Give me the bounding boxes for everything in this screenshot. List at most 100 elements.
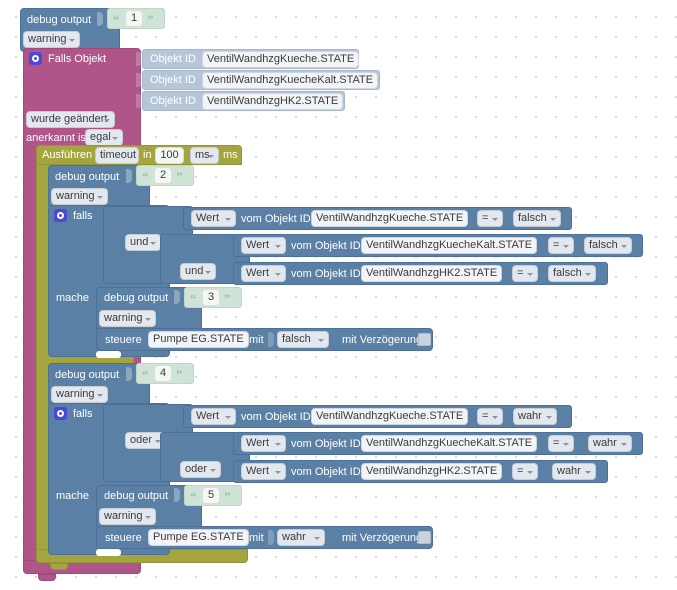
compare-object-3[interactable]: VentilWandhzgHK2.STATE bbox=[361, 265, 503, 282]
compare-object-6[interactable]: VentilWandhzgHK2.STATE bbox=[361, 463, 503, 480]
gear-icon-falls-1[interactable] bbox=[54, 209, 67, 222]
mit-label-2: mit bbox=[249, 532, 264, 544]
object-id-value-2[interactable]: VentilWandhzgKuecheKalt.STATE bbox=[202, 72, 379, 89]
delay-checkbox-1[interactable] bbox=[418, 333, 431, 346]
timeout-name-field[interactable]: timeout bbox=[95, 147, 139, 164]
timeout-unit-dropdown[interactable]: ms bbox=[190, 147, 219, 164]
steuere-target-2[interactable]: Pumpe EG.STATE bbox=[148, 529, 249, 546]
operator-dropdown-6[interactable]: = bbox=[512, 463, 538, 480]
wert-dropdown-1[interactable]: Wert bbox=[191, 210, 236, 227]
steuere-label-2: steuere bbox=[105, 532, 142, 544]
value-socket-2 bbox=[126, 169, 132, 183]
bool-dropdown-3[interactable]: falsch bbox=[548, 265, 596, 282]
severity-dropdown-3[interactable]: warning bbox=[99, 310, 156, 327]
value-socket-4 bbox=[126, 367, 132, 381]
quote-close-1: ” bbox=[147, 12, 154, 27]
quote-open-1: “ bbox=[113, 12, 120, 27]
mache-2-gap bbox=[96, 549, 121, 556]
mache-label-2: mache bbox=[56, 490, 90, 502]
oder-dropdown-2[interactable]: oder bbox=[180, 461, 221, 478]
text-value-5[interactable]: 5 bbox=[202, 487, 220, 504]
severity-dropdown-4[interactable]: warning bbox=[51, 386, 108, 403]
in-label: in bbox=[143, 149, 152, 161]
falls-objekt-label: Falls Objekt bbox=[48, 53, 107, 65]
bool-dropdown-5[interactable]: wahr bbox=[588, 435, 632, 452]
ausfuehren-label: Ausführen bbox=[42, 149, 93, 161]
falls-objekt-bottom-notch bbox=[38, 574, 56, 581]
gear-icon-falls-objekt[interactable] bbox=[29, 52, 42, 65]
compare-object-5[interactable]: VentilWandhzgKuecheKalt.STATE bbox=[361, 435, 538, 452]
severity-dropdown-5[interactable]: warning bbox=[99, 508, 156, 525]
timeout-value-field[interactable]: 100 bbox=[155, 147, 184, 164]
objekt-id-label-1: Objekt ID bbox=[150, 53, 196, 65]
wert-dropdown-5[interactable]: Wert bbox=[241, 435, 286, 452]
severity-dropdown-1[interactable]: warning bbox=[23, 31, 80, 48]
compare-object-1[interactable]: VentilWandhzgKueche.STATE bbox=[311, 210, 469, 227]
und-dropdown-1[interactable]: und bbox=[125, 234, 161, 251]
timeout-bottom-notch bbox=[50, 563, 68, 570]
value-socket-5 bbox=[174, 488, 180, 502]
delay-checkbox-2[interactable] bbox=[418, 531, 431, 544]
gear-icon-falls-2[interactable] bbox=[54, 407, 67, 420]
vom-objekt-id-label-6: vom Objekt ID bbox=[291, 466, 361, 478]
compare-object-4[interactable]: VentilWandhzgKueche.STATE bbox=[311, 408, 469, 425]
bool-dropdown-1[interactable]: falsch bbox=[513, 210, 561, 227]
text-value-3[interactable]: 3 bbox=[202, 289, 220, 306]
quote-open-2: “ bbox=[142, 169, 149, 184]
ack-label: anerkannt ist bbox=[26, 132, 89, 144]
bool-dropdown-2[interactable]: falsch bbox=[584, 237, 632, 254]
vom-objekt-id-label-5: vom Objekt ID bbox=[291, 438, 361, 450]
wert-dropdown-3[interactable]: Wert bbox=[241, 265, 286, 282]
wert-dropdown-4[interactable]: Wert bbox=[191, 408, 236, 425]
quote-close-2: ” bbox=[176, 169, 183, 184]
value-socket-steuere-2 bbox=[268, 530, 274, 545]
ms-suffix-label: ms bbox=[223, 149, 238, 161]
vom-objekt-id-label-4: vom Objekt ID bbox=[241, 411, 311, 423]
quote-close-4: ” bbox=[176, 367, 183, 382]
objekt-id-label-2: Objekt ID bbox=[150, 74, 196, 86]
vom-objekt-id-label-3: vom Objekt ID bbox=[291, 268, 361, 280]
steuere-value-1[interactable]: falsch bbox=[277, 331, 329, 348]
operator-dropdown-5[interactable]: = bbox=[548, 435, 574, 452]
bool-dropdown-6[interactable]: wahr bbox=[552, 463, 596, 480]
object-id-value-3[interactable]: VentilWandhzgHK2.STATE bbox=[202, 93, 344, 110]
operator-dropdown-1[interactable]: = bbox=[477, 210, 503, 227]
debug-output-label-2: debug output bbox=[55, 171, 120, 183]
text-value-2[interactable]: 2 bbox=[154, 167, 172, 184]
operator-dropdown-3[interactable]: = bbox=[512, 265, 538, 282]
mache-1-gap bbox=[96, 351, 121, 358]
bool-dropdown-4[interactable]: wahr bbox=[513, 408, 557, 425]
debug-output-label-5: debug output bbox=[104, 490, 169, 502]
wert-dropdown-2[interactable]: Wert bbox=[241, 237, 286, 254]
ack-dropdown[interactable]: egal bbox=[85, 129, 123, 146]
quote-open-5: “ bbox=[190, 489, 197, 504]
wert-dropdown-6[interactable]: Wert bbox=[241, 463, 286, 480]
quote-open-3: “ bbox=[190, 291, 197, 306]
change-type-dropdown[interactable]: wurde geändert bbox=[26, 111, 115, 128]
quote-open-4: “ bbox=[142, 367, 149, 382]
debug-output-label-3: debug output bbox=[104, 292, 169, 304]
steuere-label-1: steuere bbox=[105, 334, 142, 346]
falls-label-2: falls bbox=[73, 408, 93, 420]
compare-object-2[interactable]: VentilWandhzgKuecheKalt.STATE bbox=[361, 237, 538, 254]
text-value-1[interactable]: 1 bbox=[125, 10, 143, 27]
blockly-workspace[interactable]: debug output “ 1 ” warning Falls Objekt … bbox=[0, 0, 677, 590]
text-value-4[interactable]: 4 bbox=[154, 365, 172, 382]
vom-objekt-id-label-1: vom Objekt ID bbox=[241, 213, 311, 225]
value-socket-steuere-1 bbox=[268, 332, 274, 347]
und-dropdown-2[interactable]: und bbox=[180, 263, 216, 280]
severity-dropdown-2[interactable]: warning bbox=[51, 188, 108, 205]
mit-verzoegerung-label-1: mit Verzögerung bbox=[342, 334, 423, 346]
quote-close-5: ” bbox=[224, 489, 231, 504]
mit-verzoegerung-label-2: mit Verzögerung bbox=[342, 532, 423, 544]
operator-dropdown-2[interactable]: = bbox=[548, 237, 574, 254]
operator-dropdown-4[interactable]: = bbox=[477, 408, 503, 425]
object-id-value-1[interactable]: VentilWandhzgKueche.STATE bbox=[202, 51, 360, 68]
steuere-target-1[interactable]: Pumpe EG.STATE bbox=[148, 331, 249, 348]
mit-label-1: mit bbox=[249, 334, 264, 346]
steuere-value-2[interactable]: wahr bbox=[277, 529, 325, 546]
value-socket-3 bbox=[174, 290, 180, 304]
value-socket-1 bbox=[97, 12, 103, 26]
mache-label-1: mache bbox=[56, 292, 90, 304]
falls-label-1: falls bbox=[73, 210, 93, 222]
